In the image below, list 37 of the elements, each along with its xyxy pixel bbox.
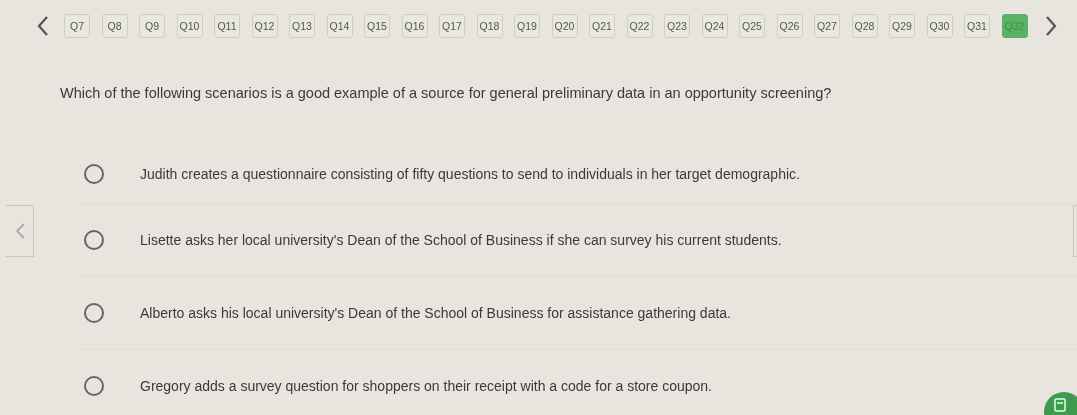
question-tab[interactable]: Q9 xyxy=(139,14,165,38)
question-tab[interactable]: Q30 xyxy=(926,14,953,38)
option-text[interactable]: Judith creates a questionnaire consisting of fifty questions to send to individuals in her target demographic. xyxy=(140,166,800,182)
radio-button[interactable] xyxy=(84,230,104,250)
question-tab[interactable]: Q8 xyxy=(101,14,128,38)
question-tab[interactable]: Q18 xyxy=(476,14,503,38)
question-tab[interactable]: Q23 xyxy=(664,14,690,38)
question-tab[interactable]: Q17 xyxy=(439,14,465,38)
question-tab[interactable]: Q25 xyxy=(739,14,765,38)
side-panel-edge xyxy=(1073,205,1077,257)
question-tab[interactable]: Q20 xyxy=(551,14,578,38)
question-tab[interactable]: Q24 xyxy=(701,14,728,38)
question-tab[interactable]: Q29 xyxy=(889,14,915,38)
question-tab[interactable]: Q27 xyxy=(814,14,840,38)
question-tab[interactable]: Q28 xyxy=(851,14,878,38)
option-text[interactable]: Lisette asks her local university's Dean of the School of Business if she can survey his current students. xyxy=(140,232,782,248)
calculator-icon xyxy=(1054,398,1066,412)
radio-button[interactable] xyxy=(84,303,104,323)
question-tab[interactable]: Q21 xyxy=(589,14,615,38)
question-tab[interactable]: Q14 xyxy=(326,14,353,38)
question-tab[interactable]: Q15 xyxy=(364,14,390,38)
question-text: Which of the following scenarios is a good example of a source for general preliminary data in an opportunity screening? xyxy=(60,85,833,101)
question-tab[interactable]: Q22 xyxy=(626,14,653,38)
question-tab[interactable]: Q7 xyxy=(64,14,90,38)
question-tab[interactable]: Q11 xyxy=(214,14,240,38)
question-tab[interactable]: Q10 xyxy=(176,14,203,38)
question-tab[interactable]: Q13 xyxy=(289,14,315,38)
option-text[interactable]: Gregory adds a survey question for shoppers on their receipt with a code for a store coupon. xyxy=(140,378,712,394)
question-tab[interactable]: Q31 xyxy=(964,14,990,38)
question-tab[interactable]: Q16 xyxy=(401,14,428,38)
question-tab[interactable]: Q19 xyxy=(514,14,540,38)
question-tab[interactable]: Q26 xyxy=(776,14,803,38)
option-text[interactable]: Alberto asks his local university's Dean of the School of Business for assistance gathering data. xyxy=(140,305,731,321)
radio-button[interactable] xyxy=(84,164,104,184)
chevron-left-icon xyxy=(13,221,26,241)
radio-button[interactable] xyxy=(84,376,104,396)
question-tab[interactable]: Q12 xyxy=(251,14,278,38)
